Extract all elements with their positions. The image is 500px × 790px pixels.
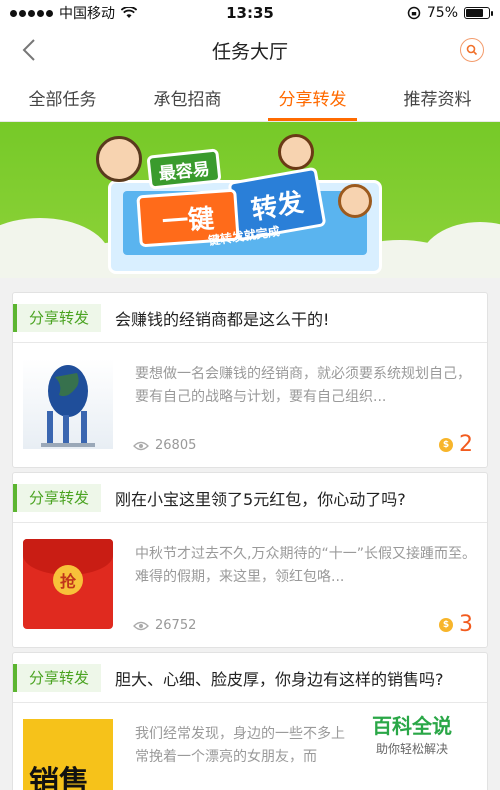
reward-value: 2 bbox=[459, 432, 473, 457]
sales-thumbnail: 销售 bbox=[23, 719, 113, 790]
globe-pillars-thumbnail bbox=[23, 359, 113, 449]
status-bar: 中国移动 13:35 75% bbox=[0, 0, 500, 26]
watermark-logo: 百科全说 助你轻松解决 bbox=[360, 712, 464, 764]
coin-icon: $ bbox=[439, 617, 453, 632]
card-title[interactable]: 刚在小宝这里领了5元红包，你心动了吗? bbox=[115, 486, 406, 510]
card-body: 抢 中秋节才过去不久,万众期待的“十一”长假又接踵而至。难得的假期，来这里，领红… bbox=[13, 523, 487, 647]
eye-icon bbox=[133, 621, 149, 630]
sales-thumbnail-text: 销售 bbox=[29, 765, 89, 790]
watermark-title: 百科全说 bbox=[372, 714, 452, 738]
rotation-lock-icon bbox=[407, 6, 421, 20]
task-card[interactable]: 分享转发 刚在小宝这里领了5元红包，你心动了吗? 抢 中秋节才过去不久,万众期待… bbox=[12, 472, 488, 648]
watermark-subtitle: 助你轻松解决 bbox=[375, 742, 448, 756]
carrier-label: 中国移动 bbox=[59, 6, 115, 22]
card-header: 分享转发 胆大、心细、脸皮厚，你身边有这样的销售吗? bbox=[13, 653, 487, 703]
signal-icon bbox=[10, 9, 53, 17]
card-description: 中秋节才过去不久,万众期待的“十一”长假又接踵而至。难得的假期，来这里，领红包咯… bbox=[135, 546, 476, 585]
back-button[interactable] bbox=[14, 34, 44, 66]
card-title[interactable]: 胆大、心细、脸皮厚，你身边有这样的销售吗? bbox=[115, 666, 444, 690]
girl-illustration bbox=[338, 184, 372, 218]
grab-badge: 抢 bbox=[53, 565, 83, 595]
view-count-value: 26752 bbox=[155, 618, 197, 633]
red-envelope-thumbnail: 抢 bbox=[23, 539, 113, 629]
card-description: 要想做一名会赚钱的经销商，就必须要系统规划自己，要有自己的战略与计划，要有自己组… bbox=[135, 366, 471, 405]
page-title: 任务大厅 bbox=[211, 40, 288, 63]
card-description: 我们经常发现，身边的一些不多上常挽着一个漂亮的女朋友，而 bbox=[135, 726, 345, 765]
category-tabs: 全部任务 承包招商 分享转发 推荐资料 bbox=[0, 74, 500, 122]
tab-1[interactable]: 承包招商 bbox=[125, 74, 250, 121]
card-title[interactable]: 会赚钱的经销商都是这么干的! bbox=[115, 306, 329, 330]
view-count-value: 26805 bbox=[155, 438, 197, 453]
battery-fill bbox=[466, 9, 483, 17]
card-header: 分享转发 会赚钱的经销商都是这么干的! bbox=[13, 293, 487, 343]
nav-bar: 任务大厅 bbox=[0, 26, 500, 74]
card-header: 分享转发 刚在小宝这里领了5元红包，你心动了吗? bbox=[13, 473, 487, 523]
girl-illustration bbox=[278, 134, 314, 170]
chevron-left-icon bbox=[22, 39, 35, 61]
tab-2[interactable]: 分享转发 bbox=[250, 74, 375, 121]
eye-icon bbox=[133, 441, 149, 450]
view-count: 26752 bbox=[133, 618, 196, 633]
search-icon bbox=[466, 44, 478, 56]
card-tag: 分享转发 bbox=[13, 663, 102, 692]
battery-percent: 75% bbox=[426, 5, 458, 21]
status-right: 75% bbox=[407, 5, 493, 21]
view-count: 26805 bbox=[133, 438, 196, 453]
status-left: 中国移动 bbox=[10, 3, 137, 23]
card-body: 要想做一名会赚钱的经销商，就必须要系统规划自己，要有自己的战略与计划，要有自己组… bbox=[13, 343, 487, 467]
task-card[interactable]: 分享转发 会赚钱的经销商都是这么干的! 要想做一名会赚钱的经销商，就必须要系统规… bbox=[12, 292, 488, 468]
tab-3[interactable]: 推荐资料 bbox=[375, 74, 500, 121]
search-button[interactable] bbox=[460, 38, 484, 62]
cloud-decoration bbox=[420, 222, 500, 278]
boy-illustration bbox=[96, 136, 142, 182]
reward: $ 3 bbox=[439, 612, 473, 637]
coin-icon: $ bbox=[439, 437, 453, 452]
reward: $ 2 bbox=[439, 432, 473, 457]
wifi-icon bbox=[121, 7, 137, 18]
battery-icon bbox=[464, 7, 493, 19]
tab-0[interactable]: 全部任务 bbox=[0, 74, 125, 121]
card-tag: 分享转发 bbox=[13, 303, 102, 332]
promo-banner[interactable]: 转发 一键 最容易 一键转发就完成 bbox=[0, 122, 500, 278]
card-tag: 分享转发 bbox=[13, 483, 102, 512]
reward-value: 3 bbox=[459, 612, 473, 637]
